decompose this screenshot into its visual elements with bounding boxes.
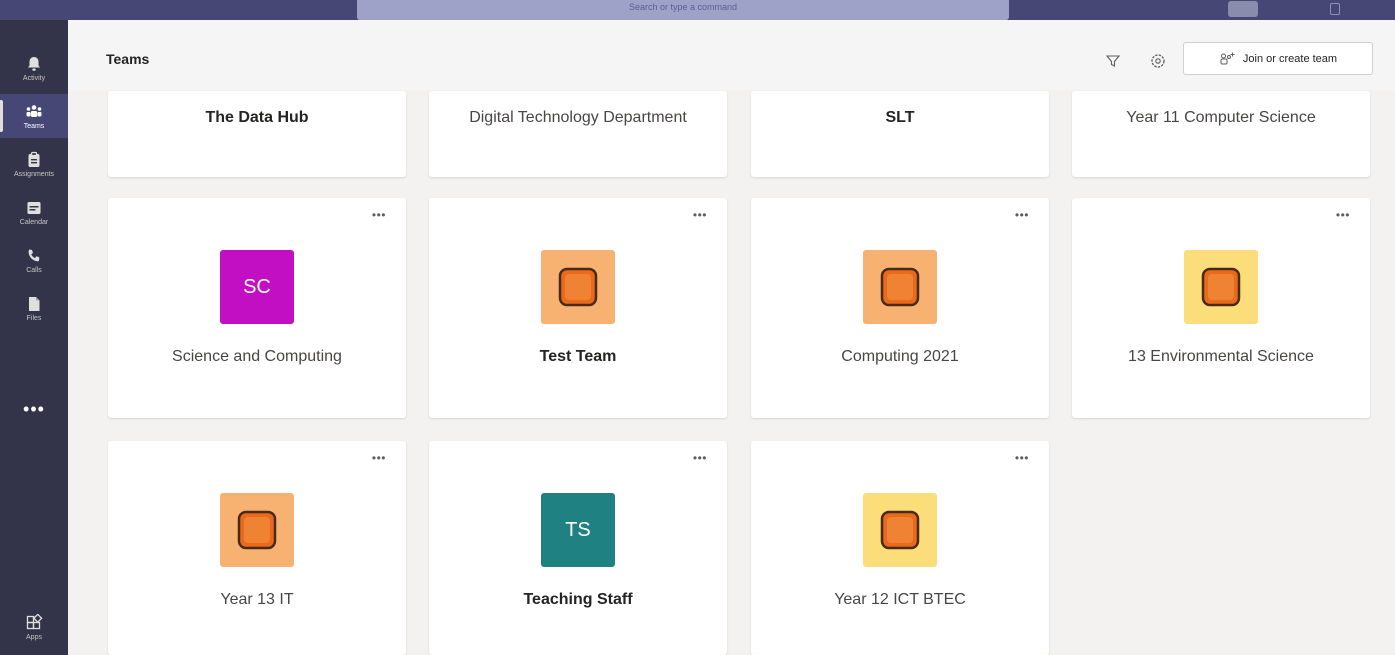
rail-label-teams: Teams [23, 122, 45, 130]
team-name: Year 13 IT [220, 591, 294, 608]
team-card-year-11-computer-science[interactable]: Year 11 Computer Science [1072, 91, 1370, 177]
team-name: Digital Technology Department [469, 109, 687, 126]
apps-icon [26, 613, 43, 629]
team-card-test-team[interactable]: ••• Test Team [429, 198, 727, 418]
window-icon[interactable] [1330, 3, 1340, 15]
more-options-button[interactable]: ••• [1015, 209, 1029, 221]
team-avatar-tile [863, 250, 937, 324]
rail-item-assignments[interactable]: Assignments [0, 142, 68, 186]
phone-icon [28, 249, 40, 261]
rail-item-activity[interactable]: Activity [0, 46, 68, 90]
user-avatar[interactable] [1228, 1, 1258, 17]
team-card-science-and-computing[interactable]: ••• SC Science and Computing [108, 198, 406, 418]
calendar-icon [27, 201, 41, 214]
join-or-create-team-label: Join or create team [1242, 52, 1338, 65]
more-options-button[interactable]: ••• [372, 452, 386, 464]
add-team-icon [1220, 52, 1235, 64]
team-card-year-12-ict-btec[interactable]: ••• Year 12 ICT BTEC [751, 441, 1049, 655]
assignments-icon [28, 151, 40, 167]
join-or-create-team-button[interactable]: Join or create team [1183, 42, 1373, 75]
more-options-button[interactable]: ••• [372, 209, 386, 221]
rail-item-teams[interactable]: Teams [0, 94, 68, 138]
team-card-slt[interactable]: SLT [751, 91, 1049, 177]
rail-item-files[interactable]: Files [0, 286, 68, 330]
team-name: Science and Computing [172, 348, 342, 365]
team-logo-icon [237, 510, 277, 550]
more-options-button[interactable]: ••• [693, 209, 707, 221]
team-logo-icon [880, 267, 920, 307]
team-avatar-tile [863, 493, 937, 567]
rail-label-calendar: Calendar [19, 218, 49, 226]
rail-label-calls: Calls [26, 266, 42, 274]
team-card-13-environmental-science[interactable]: ••• 13 Environmental Science [1072, 198, 1370, 418]
team-card-digital-technology-department[interactable]: Digital Technology Department [429, 91, 727, 177]
more-options-button[interactable]: ••• [1015, 452, 1029, 464]
rail-item-apps[interactable]: Apps [0, 605, 68, 649]
team-name: 13 Environmental Science [1128, 348, 1314, 365]
team-card-teaching-staff[interactable]: ••• TS Teaching Staff [429, 441, 727, 655]
bell-icon [28, 56, 40, 71]
app-rail: Activity Teams Assignments Calendar Call… [0, 20, 68, 655]
team-initials: TS [565, 518, 591, 541]
teams-icon [26, 104, 42, 117]
rail-label-activity: Activity [22, 74, 46, 82]
more-options-button[interactable]: ••• [693, 452, 707, 464]
rail-item-calls[interactable]: Calls [0, 238, 68, 282]
team-avatar-tile [1184, 250, 1258, 324]
team-card-computing-2021[interactable]: ••• Computing 2021 [751, 198, 1049, 418]
more-options-button[interactable]: ••• [1336, 209, 1350, 221]
rail-label-apps: Apps [26, 633, 42, 641]
team-name: Year 11 Computer Science [1126, 109, 1316, 126]
title-bar: Search or type a command [0, 0, 1395, 20]
team-logo-icon [558, 267, 598, 307]
team-avatar-tile [220, 493, 294, 567]
team-name: Year 12 ICT BTEC [834, 591, 966, 608]
team-name: SLT [885, 109, 915, 126]
team-card-the-data-hub[interactable]: The Data Hub [108, 91, 406, 177]
team-name: The Data Hub [205, 109, 309, 126]
rail-item-calendar[interactable]: Calendar [0, 190, 68, 234]
team-avatar-tile: SC [220, 250, 294, 324]
search-placeholder: Search or type a command [628, 2, 738, 12]
rail-label-assignments: Assignments [13, 170, 55, 178]
team-avatar-tile [541, 250, 615, 324]
gear-icon[interactable] [1149, 52, 1167, 70]
files-icon [29, 296, 40, 311]
team-name: Test Team [539, 348, 617, 365]
filter-icon[interactable] [1104, 52, 1122, 70]
team-name: Computing 2021 [841, 348, 959, 365]
team-card-year-13-it[interactable]: ••• Year 13 IT [108, 441, 406, 655]
rail-label-files: Files [26, 314, 42, 322]
page-title: Teams [106, 51, 150, 67]
more-apps-button[interactable]: ••• [0, 400, 68, 418]
team-initials: SC [243, 275, 271, 298]
search-box[interactable]: Search or type a command [357, 0, 1009, 20]
team-logo-icon [880, 510, 920, 550]
team-name: Teaching Staff [523, 591, 633, 608]
team-avatar-tile: TS [541, 493, 615, 567]
team-logo-icon [1201, 267, 1241, 307]
teams-header: Teams Join or create team [68, 20, 1395, 90]
